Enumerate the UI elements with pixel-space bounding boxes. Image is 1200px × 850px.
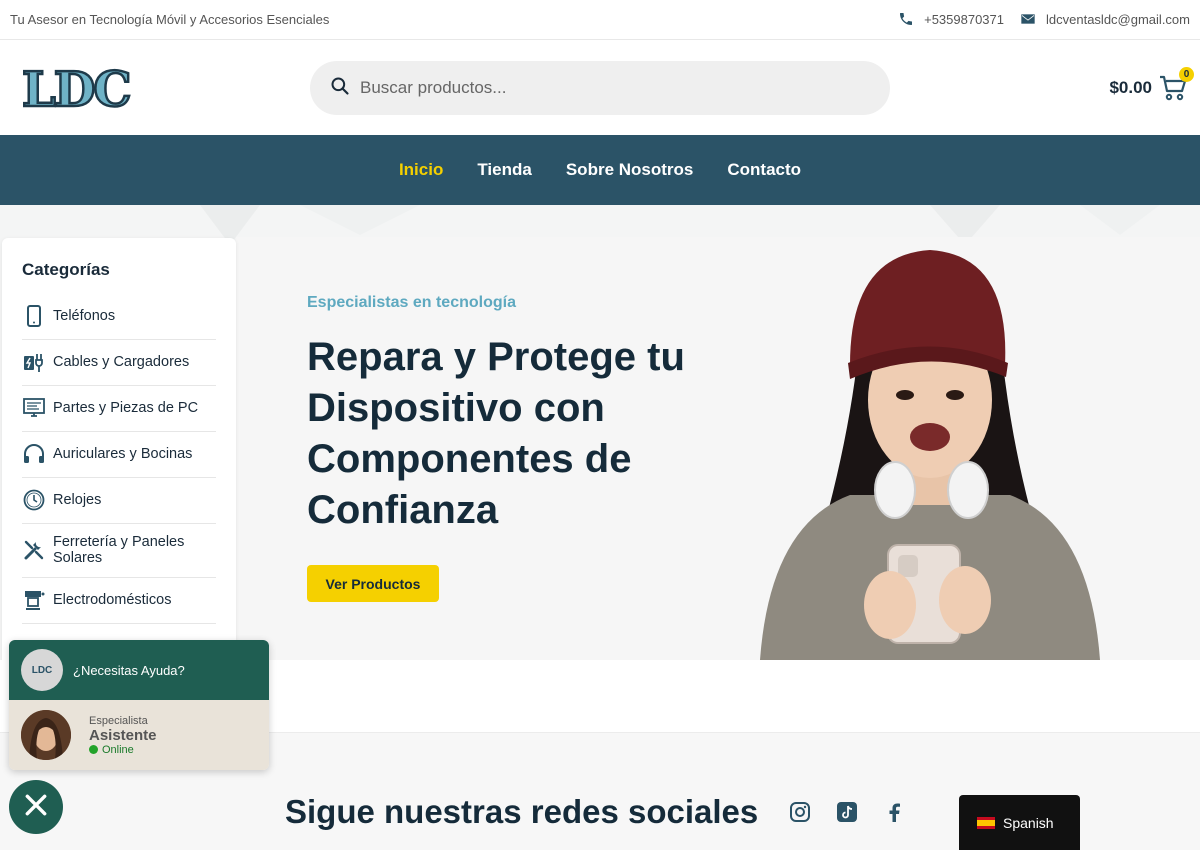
chat-logo-avatar: LDC [21,649,63,691]
nav-item-contacto[interactable]: Contacto [727,160,801,180]
social-icons [788,800,929,824]
social-title: Sigue nuestras redes sociales [285,793,759,830]
cart-total: $0.00 [1109,78,1152,97]
phone-icon [898,11,914,27]
envelope-icon [1020,11,1036,27]
category-label: Teléfonos [53,308,116,324]
category-item-relojes[interactable]: Relojes [22,478,216,524]
category-item-ferreteria[interactable]: Ferretería y Paneles Solares [22,524,216,578]
search-input[interactable] [360,78,840,98]
clock-icon [22,488,46,512]
avatar [21,710,71,760]
agent-status-text: Online [102,743,134,756]
nav-item-tienda[interactable]: Tienda [477,160,531,180]
tagline: Tu Asesor en Tecnología Móvil y Accesori… [10,12,330,27]
hero-headline: Repara y Protege tu Dispositivo con Comp… [307,335,685,532]
instagram-icon[interactable] [788,800,812,824]
headphones-icon [22,442,46,466]
view-products-button[interactable]: Ver Productos [307,565,439,602]
category-item-pc-parts[interactable]: Partes y Piezas de PC [22,386,216,432]
email-link[interactable]: ldcventasldc@gmail.com [1020,11,1190,27]
main-nav: Inicio Tienda Sobre Nosotros Contacto [0,135,1200,205]
shopping-cart-icon[interactable]: 0 [1158,67,1194,103]
appliance-icon [22,588,46,612]
category-label: Ferretería y Paneles Solares [53,534,185,566]
close-icon[interactable] [23,792,49,823]
sidebar-title: Categorías [22,260,110,279]
category-label: Cables y Cargadores [53,354,190,370]
status-badge: Online [89,744,157,756]
hero-eyebrow: Especialistas en tecnología [307,294,516,311]
hero-image [760,250,1100,660]
category-item-audio[interactable]: Auriculares y Bocinas [22,432,216,478]
phone-icon [22,304,46,328]
monitor-icon [22,396,46,420]
language-selector[interactable]: Spanish [959,795,1080,850]
tiktok-icon[interactable] [835,800,859,824]
email-address: ldcventasldc@gmail.com [1046,11,1190,27]
phone-number: +5359870371 [924,11,1005,27]
chat-header[interactable]: LDC ¿Necesitas Ayuda? [9,640,269,700]
nav-item-inicio[interactable]: Inicio [399,160,443,180]
cart-count-badge: 0 [1179,67,1194,82]
category-label: Auriculares y Bocinas [53,446,193,462]
phone-link[interactable]: +5359870371 [898,11,1004,27]
contact-info: +5359870371 ldcventasldc@gmail.com [882,11,1190,27]
svg-text:LDC: LDC [22,65,130,111]
site-logo[interactable]: LDC [21,61,136,120]
cart-widget[interactable]: $0.00 0 [1109,67,1194,103]
category-label: Electrodomésticos [53,592,172,608]
top-bar: Tu Asesor en Tecnología Móvil y Accesori… [0,0,1200,40]
agent-name: Asistente [89,726,157,744]
chat-agent-card[interactable]: Especialista Asistente Online [9,700,269,770]
search-icon[interactable] [330,76,350,101]
category-label: Partes y Piezas de PC [53,400,199,416]
chat-question: ¿Necesitas Ayuda? [73,662,185,678]
online-dot-icon [89,745,98,754]
nav-item-sobre-nosotros[interactable]: Sobre Nosotros [566,160,694,180]
categories-sidebar: Categorías Teléfonos Cables y Cargadores… [2,238,236,678]
chat-widget[interactable]: LDC ¿Necesitas Ayuda? Especialista Asist… [9,640,269,770]
language-label: Spanish [1003,814,1054,831]
category-item-cables[interactable]: Cables y Cargadores [22,340,216,386]
chat-close-button[interactable] [9,780,63,834]
charger-icon [22,350,46,374]
search-bar[interactable] [310,61,890,115]
category-item-electrodomesticos[interactable]: Electrodomésticos [22,578,216,624]
category-item-telefonos[interactable]: Teléfonos [22,294,216,340]
agent-role: Especialista [89,714,148,727]
spain-flag-icon [977,816,995,829]
category-label: Relojes [53,492,102,508]
facebook-icon[interactable] [882,800,906,824]
header: LDC $0.00 0 [0,41,1200,135]
tools-icon [22,538,46,562]
